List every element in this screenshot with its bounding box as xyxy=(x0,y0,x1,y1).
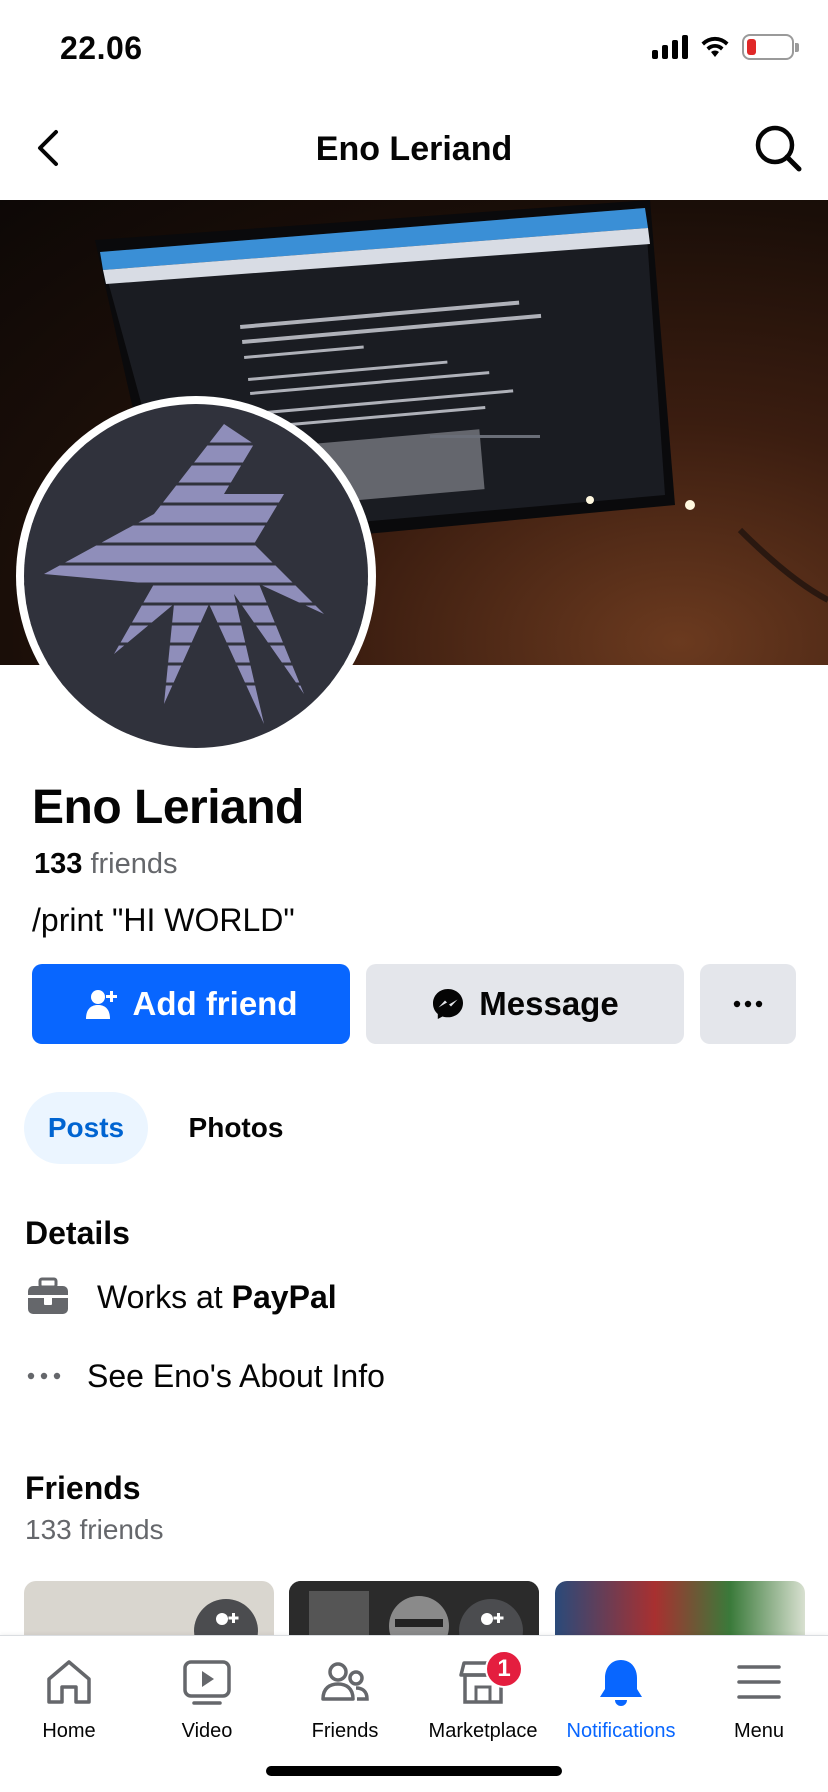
nav-home[interactable]: Home xyxy=(0,1636,138,1756)
marketplace-icon: 1 xyxy=(453,1650,523,1710)
nav-menu[interactable]: Menu xyxy=(690,1636,828,1756)
add-person-icon xyxy=(85,990,117,1019)
marketplace-badge: 1 xyxy=(485,1650,523,1688)
status-bar: 22.06 xyxy=(0,0,828,100)
nav-notifications-label: Notifications xyxy=(566,1720,676,1742)
detail-work: Works at PayPal xyxy=(25,1274,337,1320)
tab-photos[interactable]: Photos xyxy=(174,1092,298,1164)
message-button[interactable]: Message xyxy=(366,964,684,1044)
nav-video[interactable]: Video xyxy=(138,1636,276,1756)
nav-notifications[interactable]: Notifications xyxy=(552,1636,690,1756)
wifi-icon xyxy=(701,36,729,57)
header-title: Eno Leriand xyxy=(315,130,513,168)
status-icons xyxy=(652,34,799,60)
friend-count-number: 133 xyxy=(34,848,83,880)
profile-avatar[interactable] xyxy=(16,396,376,756)
about-info-label: See Eno's About Info xyxy=(87,1357,385,1394)
messenger-icon xyxy=(433,989,464,1019)
add-friend-button[interactable]: Add friend xyxy=(32,964,350,1044)
nav-menu-label: Menu xyxy=(733,1720,785,1742)
bell-icon xyxy=(591,1654,651,1710)
add-friend-label: Add friend xyxy=(132,985,298,1022)
work-prefix: Works at xyxy=(97,1278,223,1315)
friend-card[interactable] xyxy=(555,1581,805,1641)
briefcase-icon xyxy=(25,1274,71,1320)
nav-marketplace-label: Marketplace xyxy=(428,1720,538,1742)
profile-bio: /print "HI WORLD" xyxy=(32,902,295,938)
profile-header: Eno Leriand xyxy=(0,100,828,200)
search-icon[interactable] xyxy=(752,122,804,174)
status-time: 22.06 xyxy=(60,30,143,66)
nav-friends-label: Friends xyxy=(311,1720,379,1742)
nav-friends[interactable]: Friends xyxy=(276,1636,414,1756)
message-label: Message xyxy=(479,985,619,1022)
details-title: Details xyxy=(25,1215,130,1251)
cellular-signal-icon xyxy=(652,35,688,59)
nav-video-label: Video xyxy=(181,1720,233,1742)
more-dots-icon xyxy=(733,1000,763,1008)
friends-section-title: Friends xyxy=(25,1470,141,1506)
nav-home-label: Home xyxy=(42,1720,96,1742)
detail-about-link[interactable]: See Eno's About Info xyxy=(25,1353,385,1399)
friend-count-label: friends xyxy=(90,848,178,880)
video-icon xyxy=(177,1654,237,1710)
menu-icon xyxy=(729,1654,789,1710)
friend-card[interactable] xyxy=(289,1581,539,1641)
friend-card[interactable] xyxy=(24,1581,274,1641)
more-dots-icon xyxy=(25,1353,63,1399)
tab-posts[interactable]: Posts xyxy=(24,1092,148,1164)
more-options-button[interactable] xyxy=(700,964,796,1044)
home-icon xyxy=(39,1654,99,1710)
battery-icon xyxy=(742,34,799,60)
profile-name: Eno Leriand xyxy=(32,781,304,834)
work-company[interactable]: PayPal xyxy=(232,1279,337,1316)
friends-section-count: 133 friends xyxy=(25,1514,164,1545)
friend-count[interactable]: 133 friends xyxy=(34,848,178,881)
friends-icon xyxy=(315,1654,375,1710)
nav-marketplace[interactable]: 1 Marketplace xyxy=(414,1636,552,1756)
home-indicator[interactable] xyxy=(266,1766,562,1776)
